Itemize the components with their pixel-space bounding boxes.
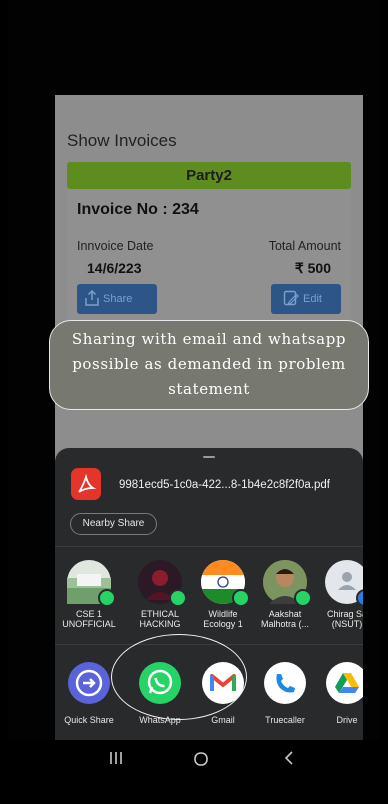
total-amount-value: ₹ 500 [294, 260, 331, 276]
share-button[interactable]: Share [77, 284, 157, 314]
shared-file-name: 9981ecd5-1c0a-422...8-1b4e2c8f2f0a.pdf [119, 479, 330, 491]
messages-badge-icon [356, 589, 363, 607]
divider [55, 546, 363, 547]
edit-button[interactable]: Edit [271, 284, 341, 314]
whatsapp-badge-icon [232, 589, 250, 607]
edit-icon [283, 290, 299, 306]
annotation-line-1: Sharing with email and whatsapp [71, 330, 347, 348]
avatar [67, 560, 116, 607]
contact-name: ETHICAL HACKING [139, 609, 181, 629]
share-sheet: 9981ecd5-1c0a-422...8-1b4e2c8f2f0a.pdf N… [55, 448, 363, 740]
share-button-label: Share [103, 293, 133, 305]
contact-item[interactable]: Aakshat Malhotra (... [255, 560, 315, 629]
annotation-callout: Sharing with email and whatsapp possible… [49, 320, 369, 410]
app-name: Drive [336, 715, 358, 725]
invoice-date-value: 14/6/223 [87, 260, 142, 276]
recent-apps-button[interactable] [108, 750, 124, 771]
avatar [201, 560, 250, 607]
contact-name: Aakshat Malhotra (... [260, 609, 309, 629]
avatar [325, 560, 363, 607]
pdf-file-icon [71, 468, 101, 500]
avatar [138, 560, 187, 607]
share-target-quick-share[interactable]: Quick Share [59, 662, 119, 725]
share-icon [85, 290, 99, 306]
contact-item[interactable]: CSE 1 UNOFFICIAL [59, 560, 119, 629]
whatsapp-badge-icon [98, 589, 116, 607]
contact-name: CSE 1 UNOFFICIAL [62, 609, 116, 629]
back-chevron-icon [284, 751, 293, 765]
system-nav-bar [8, 740, 380, 804]
contact-item[interactable]: ETHICAL HACKING [130, 560, 190, 629]
sheet-drag-handle[interactable] [203, 456, 215, 458]
edit-button-label: Edit [303, 293, 322, 305]
recents-icon [110, 752, 122, 764]
invoice-date-label: Innvoice Date [77, 239, 154, 253]
avatar [263, 560, 312, 607]
drive-icon [326, 662, 363, 704]
total-amount-label: Total Amount [268, 239, 341, 253]
contact-name: Chirag Sa (NSUT) [326, 609, 363, 629]
app-name: Quick Share [64, 715, 114, 725]
app-name: Truecaller [265, 715, 305, 725]
quick-share-icon [68, 662, 110, 704]
contact-name: Wildlife Ecology 1 [203, 609, 243, 629]
home-button[interactable] [192, 750, 210, 773]
contact-item[interactable]: Chirag Sa (NSUT) [317, 560, 363, 629]
truecaller-icon [264, 662, 306, 704]
annotation-line-3: statement [168, 380, 250, 398]
contact-item[interactable]: Wildlife Ecology 1 [193, 560, 253, 629]
annotation-line-2: possible as demanded in problem [72, 355, 346, 373]
share-target-drive[interactable]: Drive [317, 662, 363, 725]
annotation-highlight-ring [111, 634, 247, 720]
nearby-share-button[interactable]: Nearby Share [70, 513, 157, 535]
phone-screen: Show Invoices Party2 Invoice No : 234 In… [8, 0, 380, 804]
share-target-truecaller[interactable]: Truecaller [255, 662, 315, 725]
invoice-number: Invoice No : 234 [77, 201, 199, 218]
whatsapp-badge-icon [169, 589, 187, 607]
back-button[interactable] [282, 750, 296, 771]
page-title: Show Invoices [67, 131, 177, 150]
home-icon [194, 752, 208, 766]
whatsapp-badge-icon [294, 589, 312, 607]
party-header: Party2 [67, 162, 351, 189]
